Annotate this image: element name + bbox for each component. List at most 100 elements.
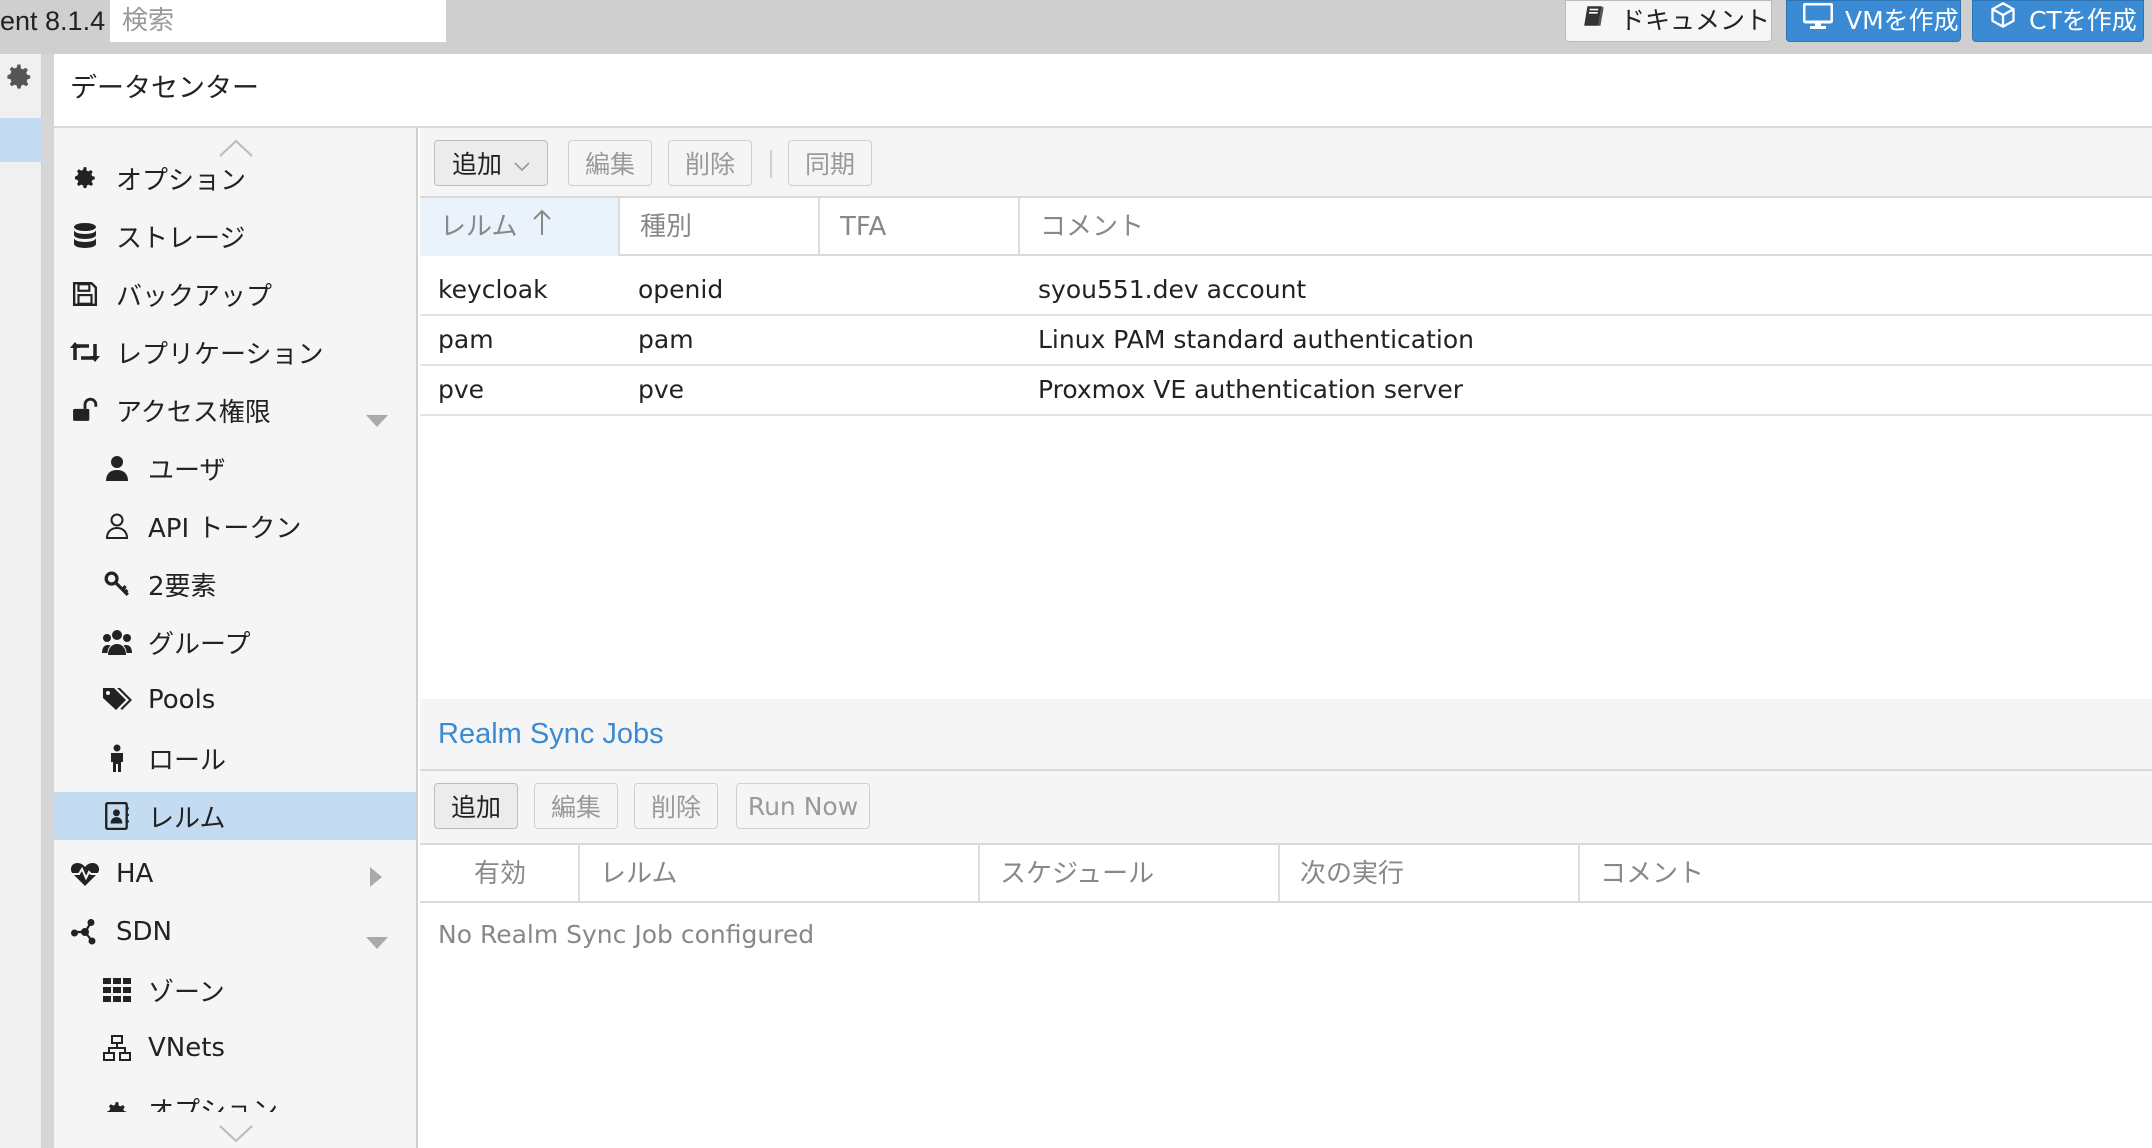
nav-item-permissions[interactable]: アクセス権限 bbox=[54, 386, 416, 434]
version-label: ent 8.1.4 bbox=[0, 6, 106, 36]
nav-item-sdn[interactable]: SDN bbox=[54, 908, 416, 956]
floppy-icon bbox=[70, 279, 100, 309]
user-outline-icon bbox=[102, 511, 132, 541]
nav-item-label: オプション bbox=[116, 165, 247, 196]
nav-item-backup[interactable]: バックアップ bbox=[54, 270, 416, 318]
key-icon bbox=[102, 569, 132, 599]
nav-item-groups[interactable]: グループ bbox=[54, 618, 416, 666]
nav-item-roles[interactable]: ロール bbox=[54, 734, 416, 782]
sync-realm-button[interactable]: 同期 bbox=[788, 140, 872, 186]
run-now-label: Run Now bbox=[747, 791, 859, 821]
edit-realm-button[interactable]: 編集 bbox=[568, 140, 652, 186]
desktop-icon bbox=[1802, 1, 1834, 41]
column-header-next-run[interactable]: 次の実行 bbox=[1280, 845, 1580, 903]
expand-icon[interactable] bbox=[370, 864, 382, 894]
add-sync-job-button[interactable]: 追加 bbox=[434, 783, 518, 829]
nav-item-label: ユーザ bbox=[148, 455, 226, 486]
column-header-realm[interactable]: レルム bbox=[420, 198, 620, 256]
nav-item-label: グループ bbox=[148, 629, 251, 660]
nav-item-label: レプリケーション bbox=[116, 339, 324, 370]
add-realm-button[interactable]: 追加 bbox=[434, 140, 548, 186]
nav-item-label: SDN bbox=[116, 917, 172, 947]
sort-ascending-icon bbox=[532, 199, 552, 257]
cell-realm: pve bbox=[438, 375, 485, 404]
scroll-down-icon[interactable] bbox=[218, 1124, 254, 1148]
nav-item-label: バックアップ bbox=[116, 281, 273, 312]
sdn-icon bbox=[70, 917, 100, 947]
collapse-icon[interactable] bbox=[366, 926, 388, 956]
cell-realm: keycloak bbox=[438, 275, 548, 304]
toolbar-separator bbox=[770, 150, 772, 178]
edit-sync-job-button[interactable]: 編集 bbox=[534, 783, 618, 829]
sync-jobs-toolbar: 追加 編集 削除 Run Now bbox=[420, 771, 2152, 845]
splitter[interactable] bbox=[42, 54, 54, 1148]
address-book-icon bbox=[102, 801, 132, 831]
column-header-schedule[interactable]: スケジュール bbox=[980, 845, 1280, 903]
delete-realm-button[interactable]: 削除 bbox=[668, 140, 752, 186]
table-row[interactable]: pam pam Linux PAM standard authenticatio… bbox=[420, 316, 2152, 366]
datacenter-panel: データセンター オプション ストレージ バックアップ レプリケーション アクセス… bbox=[54, 54, 2152, 1148]
empty-state-text: No Realm Sync Job configured bbox=[438, 920, 815, 949]
nav-item-options[interactable]: オプション bbox=[54, 154, 416, 202]
cell-tfa bbox=[820, 366, 838, 414]
cell-tfa bbox=[820, 316, 838, 364]
run-now-button[interactable]: Run Now bbox=[736, 783, 870, 829]
nav-item-label: レルム bbox=[148, 803, 226, 834]
column-header-realm[interactable]: レルム bbox=[580, 845, 980, 903]
nav-item-api-tokens[interactable]: API トークン bbox=[54, 502, 416, 550]
nav-item-label: Pools bbox=[148, 685, 216, 715]
column-header-enabled[interactable]: 有効 bbox=[420, 845, 580, 903]
nav-item-storage[interactable]: ストレージ bbox=[54, 212, 416, 260]
nav-item-users[interactable]: ユーザ bbox=[54, 444, 416, 492]
table-row[interactable]: keycloak openid syou551.dev account bbox=[420, 266, 2152, 316]
resource-tree-strip bbox=[0, 54, 42, 1148]
nav-item-label: 2要素 bbox=[148, 571, 217, 602]
top-bar: ent 8.1.4 検索 ドキュメント VMを作成 CTを作成 bbox=[0, 0, 2152, 54]
collapse-icon[interactable] bbox=[366, 404, 388, 434]
nav-item-label: VNets bbox=[148, 1033, 225, 1063]
sync-label: 同期 bbox=[804, 150, 855, 179]
gear-icon[interactable] bbox=[4, 62, 34, 96]
cell-comment: Linux PAM standard authentication bbox=[1038, 325, 1474, 354]
create-vm-button[interactable]: VMを作成 bbox=[1786, 0, 1961, 42]
search-input[interactable]: 検索 bbox=[110, 0, 446, 42]
grid-icon bbox=[102, 975, 132, 1005]
gear-icon bbox=[70, 163, 100, 193]
nav-item-pools[interactable]: Pools bbox=[54, 676, 416, 724]
cell-realm: pam bbox=[438, 325, 494, 354]
delete-label: 削除 bbox=[650, 793, 701, 822]
delete-sync-job-button[interactable]: 削除 bbox=[634, 783, 718, 829]
nav-item-zones[interactable]: ゾーン bbox=[54, 966, 416, 1014]
nav-item-realms[interactable]: レルム bbox=[54, 792, 416, 840]
cell-type: openid bbox=[638, 275, 724, 304]
sitemap-icon bbox=[102, 1033, 132, 1063]
nav-item-replication[interactable]: レプリケーション bbox=[54, 328, 416, 376]
nav-item-sdn-options[interactable]: オプション bbox=[54, 1082, 416, 1112]
column-header-comment[interactable]: コメント bbox=[1580, 845, 2152, 903]
nav-item-label: オプション bbox=[148, 1097, 279, 1112]
database-icon bbox=[70, 221, 100, 251]
nav-item-label: ロール bbox=[148, 745, 227, 776]
create-ct-button[interactable]: CTを作成 bbox=[1972, 0, 2144, 42]
nav-item-vnets[interactable]: VNets bbox=[54, 1024, 416, 1072]
column-header-tfa[interactable]: TFA bbox=[820, 198, 1020, 256]
user-icon bbox=[102, 453, 132, 483]
table-row[interactable]: pve pve Proxmox VE authentication server bbox=[420, 366, 2152, 416]
retweet-icon bbox=[70, 337, 100, 367]
users-icon bbox=[102, 627, 132, 657]
delete-label: 削除 bbox=[684, 150, 735, 179]
cube-icon bbox=[1989, 1, 2017, 41]
nav-item-tfa[interactable]: 2要素 bbox=[54, 560, 416, 608]
column-header-comment[interactable]: コメント bbox=[1020, 198, 2152, 256]
realm-toolbar: 追加 編集 削除 同期 bbox=[420, 128, 2152, 198]
config-nav: オプション ストレージ バックアップ レプリケーション アクセス権限 ユーザ A… bbox=[54, 128, 418, 1148]
nav-item-ha[interactable]: HA bbox=[54, 850, 416, 898]
chevron-down-icon bbox=[514, 149, 530, 178]
documentation-button[interactable]: ドキュメント bbox=[1565, 0, 1772, 42]
nav-item-label: ゾーン bbox=[148, 977, 225, 1008]
sync-jobs-title: Realm Sync Jobs bbox=[420, 699, 2152, 771]
tree-selected-node[interactable] bbox=[0, 118, 42, 162]
nav-item-label: ストレージ bbox=[116, 223, 246, 254]
unlock-icon bbox=[70, 395, 100, 425]
column-header-type[interactable]: 種別 bbox=[620, 198, 820, 256]
